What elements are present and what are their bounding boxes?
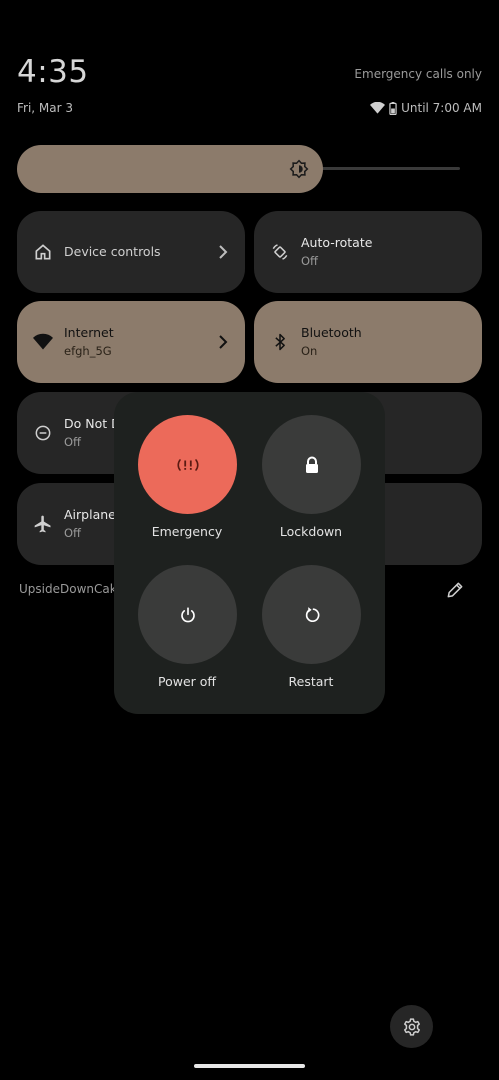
wifi-icon: [33, 333, 53, 350]
power-icon: [180, 606, 195, 622]
emergency-button[interactable]: [138, 415, 237, 514]
build-label: UpsideDownCake: [19, 582, 124, 596]
emergency-label: Emergency: [151, 524, 223, 539]
battery-icon: [389, 101, 397, 115]
dnd-icon: [35, 425, 51, 441]
restart-button[interactable]: [262, 565, 361, 664]
tile-title: Airplane: [64, 507, 116, 522]
lockdown-button[interactable]: [262, 415, 361, 514]
power-off-button[interactable]: [138, 565, 237, 664]
alarm-label: Until 7:00 AM: [401, 101, 482, 115]
brightness-slider[interactable]: [17, 145, 323, 193]
edit-pencil-icon[interactable]: [445, 580, 465, 600]
tile-subtitle: efgh_5G: [64, 344, 112, 358]
chevron-right-icon: [219, 335, 228, 349]
tile-subtitle: Off: [64, 526, 81, 540]
tile-title: Do Not D: [64, 416, 121, 431]
wifi-status-icon: [370, 102, 386, 114]
chevron-right-icon: [219, 245, 228, 259]
tile-subtitle: Off: [64, 435, 81, 449]
gear-icon: [403, 1017, 420, 1036]
home-gesture-bar[interactable]: [194, 1064, 305, 1068]
airplane-icon: [34, 515, 51, 533]
tile-internet[interactable]: Internet efgh_5G: [17, 301, 245, 383]
carrier-status: Emergency calls only: [354, 67, 482, 81]
tile-title: Internet: [64, 325, 114, 340]
tile-title: Bluetooth: [301, 325, 362, 340]
power-menu-panel: Emergency Lockdown Power off Restart: [114, 392, 385, 714]
clock[interactable]: 4:35: [17, 54, 89, 90]
date-label[interactable]: Fri, Mar 3: [17, 101, 73, 115]
settings-button[interactable]: [390, 1005, 433, 1048]
tile-auto-rotate[interactable]: Auto-rotate Off: [254, 211, 482, 293]
home-icon: [35, 244, 51, 260]
rotate-icon: [272, 244, 288, 260]
brightness-track[interactable]: [310, 167, 460, 170]
power-off-label: Power off: [157, 674, 217, 689]
tile-bluetooth[interactable]: Bluetooth On: [254, 301, 482, 383]
bluetooth-icon: [275, 333, 285, 351]
tile-label: Device controls: [64, 244, 161, 259]
tile-subtitle: On: [301, 344, 318, 358]
tile-subtitle: Off: [301, 254, 318, 268]
lock-icon: [305, 456, 318, 473]
restart-icon: [305, 606, 319, 622]
emergency-icon: [177, 458, 198, 471]
quick-settings-screen: 4:35 Fri, Mar 3 Emergency calls only Unt…: [0, 0, 499, 1080]
tile-title: Auto-rotate: [301, 235, 373, 250]
lockdown-label: Lockdown: [279, 524, 343, 539]
status-bar-icons: Until 7:00 AM: [370, 101, 482, 115]
tile-device-controls[interactable]: Device controls: [17, 211, 245, 293]
brightness-icon: [289, 159, 309, 179]
restart-label: Restart: [288, 674, 334, 689]
